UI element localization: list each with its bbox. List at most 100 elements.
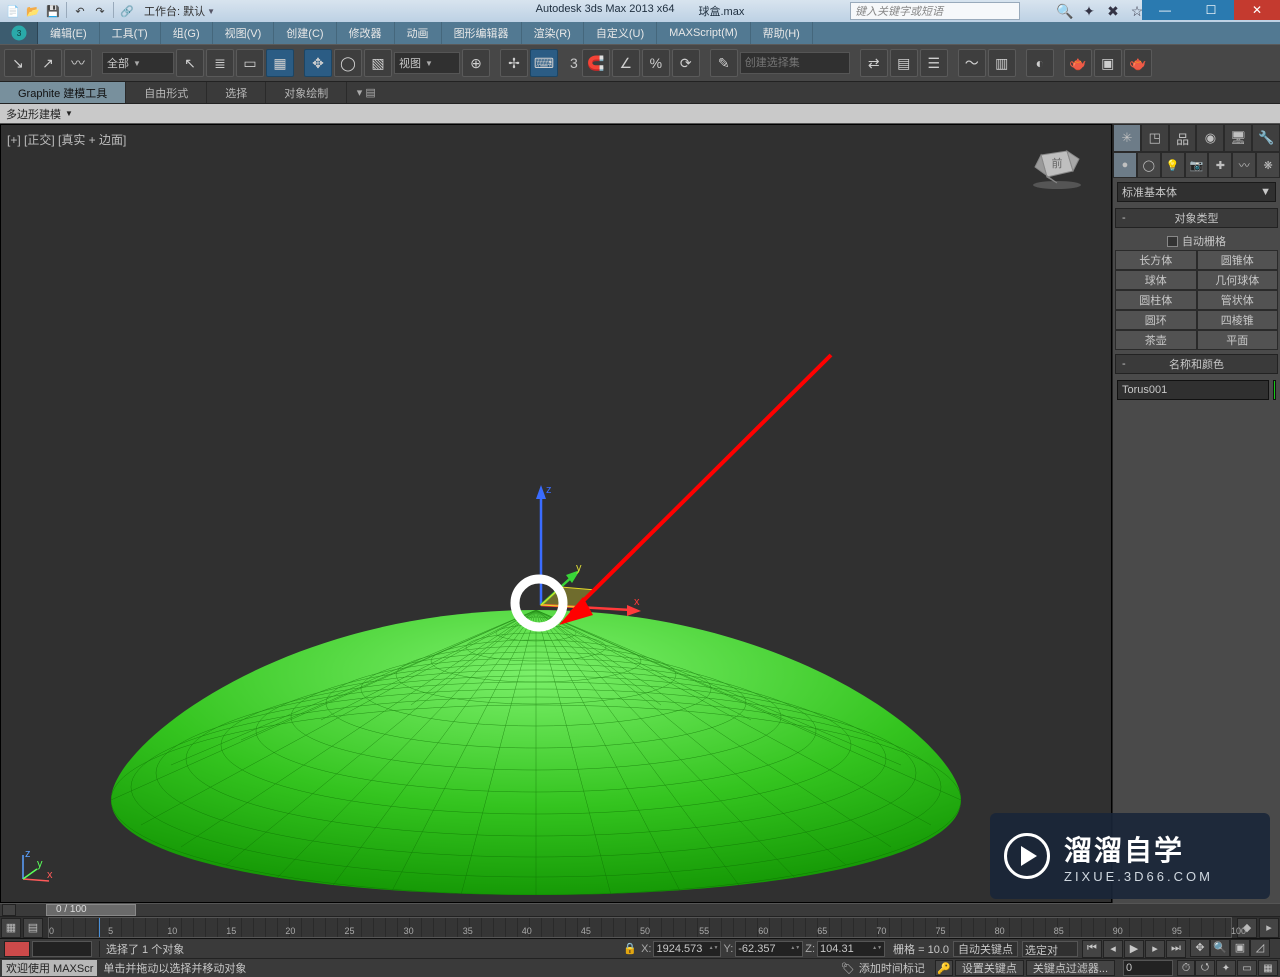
- create-cone-button[interactable]: 圆锥体: [1197, 250, 1279, 270]
- menu-help[interactable]: 帮助(H): [751, 22, 813, 44]
- ribbon-tab-graphite[interactable]: Graphite 建模工具: [0, 82, 126, 103]
- create-plane-button[interactable]: 平面: [1197, 330, 1279, 350]
- window-minimize-button[interactable]: —: [1142, 0, 1188, 20]
- trackbar-filter-icon[interactable]: ▤: [23, 918, 43, 938]
- window-crossing-icon[interactable]: ▦: [266, 49, 294, 77]
- goto-start-icon[interactable]: ⏮: [1082, 940, 1102, 958]
- coord-y-input[interactable]: -62.357▲▼: [735, 941, 803, 957]
- edit-named-sel-icon[interactable]: ✎: [710, 49, 738, 77]
- selection-filter-combo[interactable]: 全部▼: [102, 52, 174, 74]
- link-icon[interactable]: 🔗: [118, 2, 136, 20]
- time-config-icon[interactable]: [2, 904, 16, 916]
- menu-rendering[interactable]: 渲染(R): [522, 22, 584, 44]
- ribbon-panel[interactable]: 多边形建模 ▼: [0, 104, 1280, 124]
- angle-snap-icon[interactable]: ∠: [612, 49, 640, 77]
- undo-icon[interactable]: ↶: [71, 2, 89, 20]
- pivot-center-icon[interactable]: ⊕: [462, 49, 490, 77]
- set-key-big-icon[interactable]: 🔑: [935, 960, 953, 976]
- goto-end-icon[interactable]: ⏭: [1166, 940, 1186, 958]
- percent-snap-icon[interactable]: %: [642, 49, 670, 77]
- create-torus-button[interactable]: 圆环: [1115, 310, 1197, 330]
- coord-x-input[interactable]: 1924.573▲▼: [653, 941, 721, 957]
- cp-tab-create-icon[interactable]: ✳: [1113, 124, 1141, 152]
- add-time-tag-label[interactable]: 添加时间标记: [859, 960, 925, 976]
- menu-graph-editors[interactable]: 图形编辑器: [442, 22, 522, 44]
- snap-toggle-icon[interactable]: 🧲: [582, 49, 610, 77]
- menu-maxscript[interactable]: MAXScript(M): [657, 22, 750, 44]
- window-close-button[interactable]: ✕: [1234, 0, 1280, 20]
- menu-animation[interactable]: 动画: [395, 22, 442, 44]
- select-link-icon[interactable]: ↘: [4, 49, 32, 77]
- subscription-icon[interactable]: ✦: [1080, 2, 1098, 20]
- trackbar-mode-icon[interactable]: ▸: [1259, 918, 1279, 938]
- redo-icon[interactable]: ↷: [91, 2, 109, 20]
- trackbar-ruler[interactable]: 0510152025303540455055606570758085909510…: [48, 917, 1232, 938]
- ribbon-tab-object-paint[interactable]: 对象绘制: [266, 82, 347, 103]
- create-teapot-button[interactable]: 茶壶: [1115, 330, 1197, 350]
- cp-tab-modify-icon[interactable]: ◳: [1141, 124, 1169, 152]
- time-config-button[interactable]: ⏱: [1177, 960, 1195, 976]
- dropdown-caret-icon[interactable]: ▼: [207, 7, 215, 16]
- key-selection-filter[interactable]: 选定对: [1022, 941, 1078, 957]
- unlink-icon[interactable]: ↗: [34, 49, 62, 77]
- ribbon-tab-selection[interactable]: 选择: [207, 82, 266, 103]
- cp-sub-shapes-icon[interactable]: ◯: [1137, 152, 1161, 178]
- cp-sub-systems-icon[interactable]: ❋: [1256, 152, 1280, 178]
- maxscript-mini-listener[interactable]: [4, 941, 30, 957]
- manipulate-icon[interactable]: ✢: [500, 49, 528, 77]
- object-color-swatch[interactable]: [1273, 380, 1276, 400]
- viewport[interactable]: [+] [正交] [真实 + 边面] 前: [0, 124, 1112, 903]
- create-geosphere-button[interactable]: 几何球体: [1197, 270, 1279, 290]
- menu-edit[interactable]: 编辑(E): [38, 22, 100, 44]
- fov-icon[interactable]: ◿: [1250, 939, 1270, 957]
- select-by-name-icon[interactable]: ≣: [206, 49, 234, 77]
- named-selection-input[interactable]: [740, 52, 850, 74]
- menu-group[interactable]: 组(G): [161, 22, 213, 44]
- help-search-input[interactable]: 键入关键字或短语: [850, 2, 1020, 20]
- time-tag-icon[interactable]: 🏷: [841, 962, 855, 975]
- create-tube-button[interactable]: 管状体: [1197, 290, 1279, 310]
- coord-z-input[interactable]: 104.31▲▼: [817, 941, 885, 957]
- next-frame-icon[interactable]: ▸: [1145, 940, 1165, 958]
- cp-tab-motion-icon[interactable]: ◉: [1196, 124, 1224, 152]
- zoom-icon[interactable]: 🔍: [1210, 939, 1230, 957]
- material-editor-icon[interactable]: ◐: [1026, 49, 1054, 77]
- open-file-icon[interactable]: 📂: [24, 2, 42, 20]
- menu-customize[interactable]: 自定义(U): [584, 22, 657, 44]
- pan-view-icon[interactable]: ✥: [1190, 939, 1210, 957]
- create-box-button[interactable]: 长方体: [1115, 250, 1197, 270]
- layers-icon[interactable]: ☰: [920, 49, 948, 77]
- cp-tab-utilities-icon[interactable]: 🔧: [1252, 124, 1280, 152]
- auto-grid-checkbox[interactable]: 自动栅格: [1115, 232, 1278, 250]
- key-filters-button[interactable]: 关键点过滤器...: [1026, 960, 1115, 976]
- max-toggle-icon[interactable]: ▦: [1258, 960, 1278, 976]
- keyboard-shortcut-icon[interactable]: ⌨: [530, 49, 558, 77]
- menu-modifiers[interactable]: 修改器: [337, 22, 395, 44]
- workspace-label[interactable]: 工作台: 默认: [144, 3, 205, 19]
- category-combo[interactable]: 标准基本体▼: [1117, 182, 1276, 202]
- prev-frame-icon[interactable]: ◂: [1103, 940, 1123, 958]
- window-maximize-button[interactable]: ☐: [1188, 0, 1234, 20]
- app-menu-icon[interactable]: 3: [0, 22, 38, 44]
- rollout-name-color[interactable]: -名称和颜色: [1115, 354, 1278, 374]
- create-sphere-button[interactable]: 球体: [1115, 270, 1197, 290]
- cp-tab-display-icon[interactable]: 🖥: [1224, 124, 1252, 152]
- walk-through-icon[interactable]: ✦: [1216, 960, 1236, 976]
- select-region-icon[interactable]: ▭: [236, 49, 264, 77]
- ref-coord-combo[interactable]: 视图▼: [394, 52, 460, 74]
- save-file-icon[interactable]: 💾: [44, 2, 62, 20]
- autokey-button[interactable]: 自动关键点: [953, 941, 1018, 957]
- render-setup-icon[interactable]: 🫖: [1064, 49, 1092, 77]
- cp-sub-cameras-icon[interactable]: 📷: [1185, 152, 1209, 178]
- object-name-input[interactable]: [1117, 380, 1269, 400]
- spinner-snap-icon[interactable]: ⟳: [672, 49, 700, 77]
- ribbon-tab-freeform[interactable]: 自由形式: [126, 82, 207, 103]
- menu-views[interactable]: 视图(V): [213, 22, 275, 44]
- zoom-region-icon[interactable]: ▭: [1237, 960, 1257, 976]
- viewcube[interactable]: 前: [1027, 141, 1087, 191]
- rendered-frame-icon[interactable]: ▣: [1094, 49, 1122, 77]
- rollout-object-type[interactable]: -对象类型: [1115, 208, 1278, 228]
- render-production-icon[interactable]: 🫖: [1124, 49, 1152, 77]
- select-object-icon[interactable]: ↖: [176, 49, 204, 77]
- cp-sub-helpers-icon[interactable]: ✚: [1208, 152, 1232, 178]
